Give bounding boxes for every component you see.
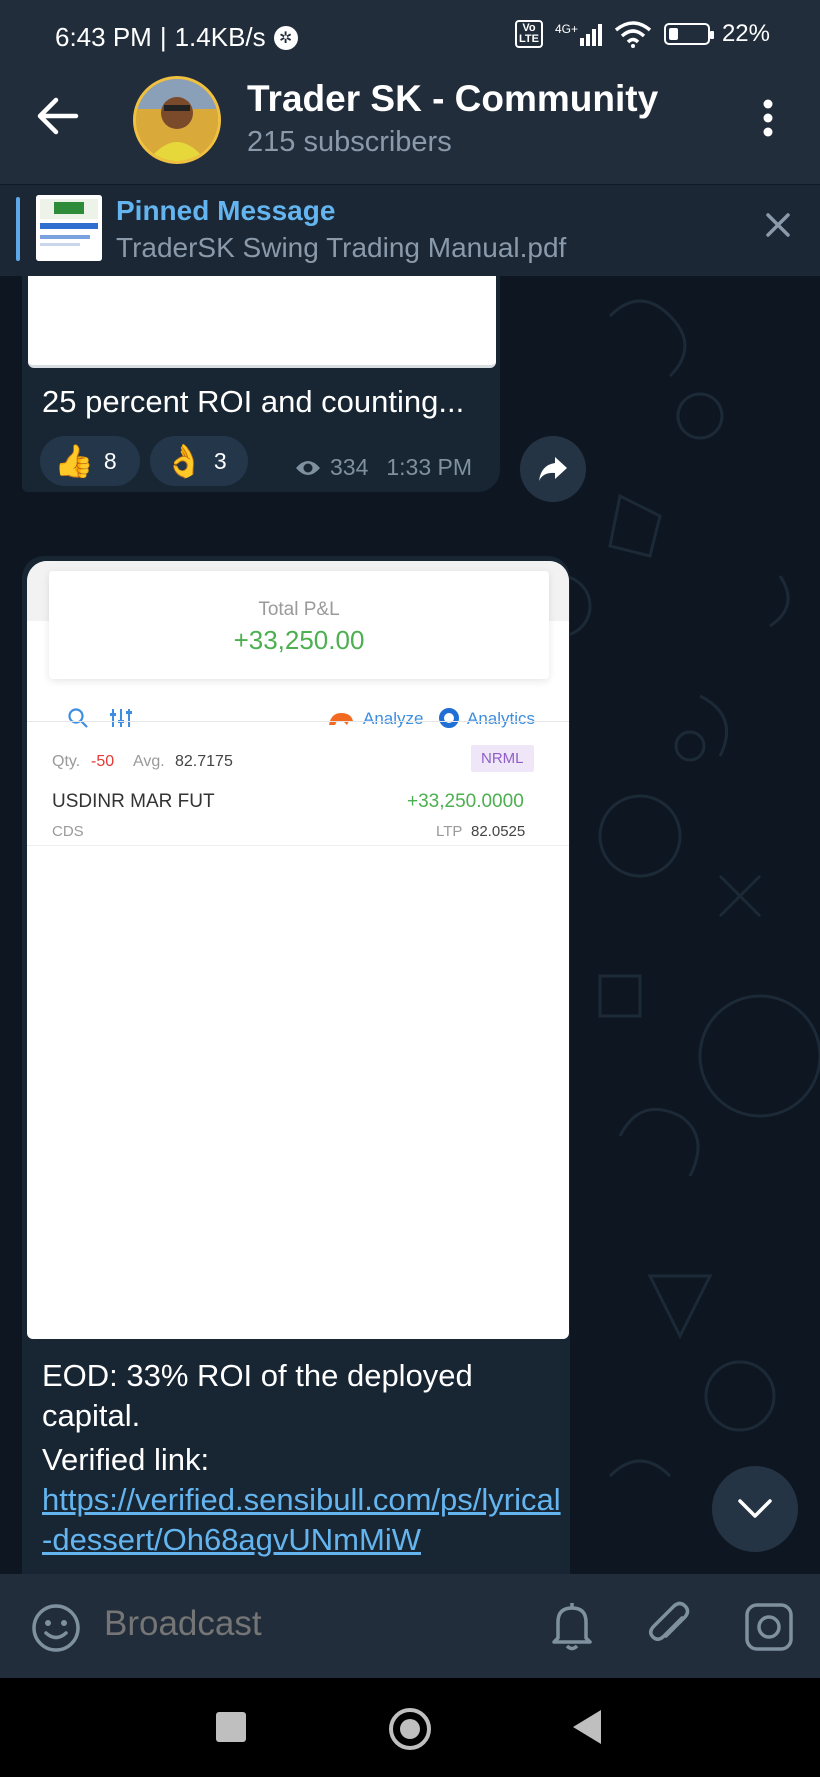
analytics-icon: [439, 708, 459, 728]
message-bubble[interactable]: 25 percent ROI and counting... 👍 8 👌 3 3…: [22, 276, 500, 492]
emoji-icon[interactable]: [30, 1602, 82, 1654]
reaction-count: 8: [103, 447, 117, 474]
avatar-person-icon: [136, 79, 218, 161]
message-text: 25 percent ROI and counting...: [42, 384, 465, 419]
ltp-label: LTP: [436, 823, 463, 840]
back-triangle-icon[interactable]: [573, 1710, 601, 1744]
battery-icon: [663, 23, 714, 45]
message-text: Verified link:: [42, 1442, 210, 1477]
channel-avatar[interactable]: [133, 76, 221, 164]
message-image[interactable]: [28, 276, 496, 368]
paperclip-icon[interactable]: [644, 1598, 696, 1652]
pdf-thumbnail-icon: [36, 195, 102, 261]
status-left: 6:43 PM | 1.4KB/s ✲: [55, 22, 298, 53]
home-icon[interactable]: [389, 1708, 431, 1750]
recents-icon[interactable]: [216, 1712, 246, 1742]
message-bubble[interactable]: Total P&L +33,250.00 Analyze Analytics Q…: [22, 556, 570, 1574]
message-time: 1:33 PM: [386, 454, 473, 480]
volte-icon: Vo LTE: [514, 20, 543, 48]
reaction-ok-hand[interactable]: 👌 3: [150, 436, 248, 486]
eye-icon: [296, 460, 320, 475]
chat-header: Trader SK - Community 215 subscribers: [0, 72, 820, 184]
reaction-thumbs-up[interactable]: 👍 8: [40, 436, 140, 486]
broadcast-input[interactable]: [104, 1604, 504, 1644]
input-bar: [0, 1574, 820, 1678]
exchange-label: CDS: [52, 823, 84, 840]
thumbs-up-icon: 👍: [54, 443, 94, 479]
qty-value: -50: [91, 753, 115, 770]
settings-badge-icon: ✲: [273, 25, 298, 50]
scroll-down-button[interactable]: [712, 1466, 798, 1552]
message-text: EOD: 33% ROI of the deployed capital.: [42, 1358, 473, 1433]
more-options-icon[interactable]: [756, 98, 780, 138]
channel-title[interactable]: Trader SK - Community: [247, 78, 658, 120]
analyze-label: Analyze: [363, 709, 424, 728]
status-speed: 1.4KB/s: [174, 22, 266, 52]
analytics-label: Analytics: [467, 709, 536, 728]
network-type: 4G+: [554, 22, 578, 36]
pinned-file-name: TraderSK Swing Trading Manual.pdf: [116, 232, 567, 263]
pinned-message-bar[interactable]: Pinned Message TraderSK Swing Trading Ma…: [0, 184, 820, 276]
bell-icon[interactable]: [548, 1600, 596, 1652]
verified-link[interactable]: https://verified.sensibull.com/ps/lyrica…: [42, 1480, 562, 1560]
system-nav-bar: [0, 1678, 820, 1777]
message-meta: 334 1:33 PM: [294, 454, 472, 481]
pinned-thumbnail: [36, 195, 102, 261]
total-pnl-card: Total P&L +33,250.00: [49, 571, 549, 679]
status-bar: 6:43 PM | 1.4KB/s ✲ Vo LTE 4G+ 22%: [0, 0, 820, 72]
status-time: 6:43 PM: [55, 22, 152, 52]
ok-hand-icon: 👌: [164, 443, 204, 479]
search-icon: [68, 708, 88, 728]
avg-label: Avg.: [133, 753, 165, 770]
qty-label: Qty.: [52, 753, 81, 770]
forward-arrow-icon: [539, 457, 567, 481]
status-separator: |: [159, 22, 167, 52]
camera-icon[interactable]: [744, 1602, 794, 1652]
product-badge: NRML: [471, 745, 534, 772]
total-pnl-label: Total P&L: [258, 599, 340, 620]
subscriber-count: 215 subscribers: [247, 126, 452, 158]
forward-button[interactable]: [520, 436, 586, 502]
divider: [27, 721, 569, 722]
view-count: 334: [330, 454, 369, 480]
wifi-icon: [614, 21, 652, 48]
reaction-count: 3: [213, 447, 227, 474]
filter-icon: [110, 709, 132, 727]
ltp-value: 82.0525: [471, 823, 526, 840]
chat-area[interactable]: 25 percent ROI and counting... 👍 8 👌 3 3…: [0, 276, 820, 1574]
divider: [27, 845, 569, 846]
close-icon[interactable]: [762, 209, 794, 241]
pinned-indicator: [16, 197, 20, 261]
total-pnl-value: +33,250.00: [233, 625, 365, 655]
chevron-down-icon: [738, 1499, 772, 1518]
pinned-label: Pinned Message: [116, 195, 336, 226]
position-pnl: +33,250.0000: [407, 791, 524, 812]
status-right: Vo LTE 4G+ 22%: [514, 20, 770, 48]
signal-icon: 4G+: [555, 22, 602, 46]
back-arrow-icon[interactable]: [36, 94, 80, 138]
message-image[interactable]: Total P&L +33,250.00 Analyze Analytics Q…: [27, 561, 569, 1339]
instrument-name: USDINR MAR FUT: [52, 791, 215, 812]
battery-percent: 22%: [721, 20, 770, 47]
avg-value: 82.7175: [175, 753, 233, 770]
bull-icon: [329, 713, 353, 725]
